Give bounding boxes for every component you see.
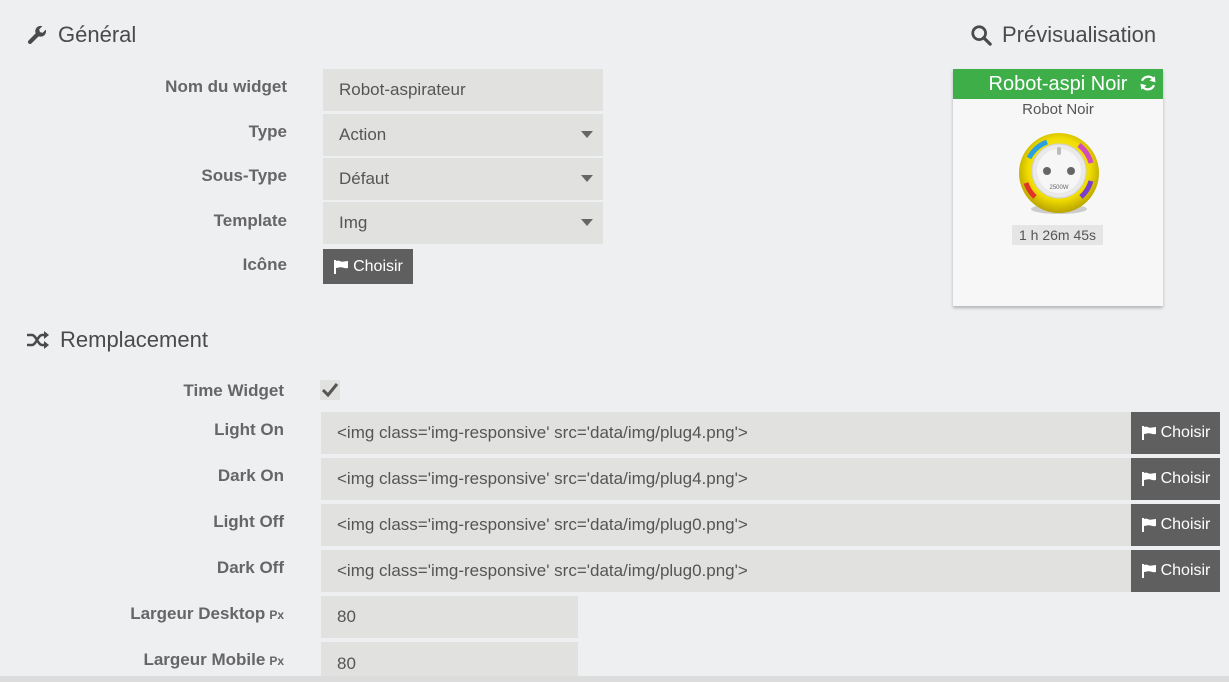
- mobile-width-label-text: Largeur Mobile: [143, 650, 266, 669]
- dark-off-choose-button[interactable]: Choisir: [1131, 550, 1220, 592]
- widget-name-label: Nom du widget: [165, 77, 287, 96]
- chevron-down-icon: [581, 131, 593, 138]
- icon-label: Icône: [242, 255, 287, 274]
- mobile-width-unit: Px: [269, 654, 284, 668]
- subtype-label: Sous-Type: [201, 166, 287, 185]
- general-title-text: Général: [58, 22, 137, 47]
- desktop-width-input[interactable]: 80: [321, 596, 578, 638]
- plug-power-text: 2500W: [1049, 185, 1068, 191]
- light-off-input[interactable]: <img class='img-responsive' src='data/im…: [321, 504, 1131, 546]
- subtype-select-value: Défaut: [339, 169, 390, 188]
- widget-preview-title: Robot-aspi Noir: [988, 72, 1128, 95]
- dark-on-choose-button[interactable]: Choisir: [1131, 458, 1220, 500]
- flag-icon: [1141, 563, 1157, 579]
- light-on-choose-button[interactable]: Choisir: [1131, 412, 1220, 454]
- desktop-width-label-text: Largeur Desktop: [130, 604, 266, 623]
- light-off-choose-label: Choisir: [1160, 516, 1211, 533]
- light-off-choose-button[interactable]: Choisir: [1131, 504, 1220, 546]
- type-select[interactable]: Action: [323, 114, 603, 156]
- light-on-input[interactable]: <img class='img-responsive' src='data/im…: [321, 412, 1131, 454]
- dark-off-value: <img class='img-responsive' src='data/im…: [337, 561, 748, 580]
- light-on-value: <img class='img-responsive' src='data/im…: [337, 423, 748, 442]
- template-select[interactable]: Img: [323, 202, 603, 244]
- template-select-value: Img: [339, 213, 368, 232]
- chevron-down-icon: [581, 175, 593, 182]
- light-on-choose-label: Choisir: [1160, 424, 1211, 441]
- flag-icon: [333, 259, 349, 275]
- dark-on-choose-label: Choisir: [1160, 470, 1211, 487]
- refresh-icon[interactable]: [1139, 74, 1157, 98]
- dark-on-input[interactable]: <img class='img-responsive' src='data/im…: [321, 458, 1131, 500]
- widget-preview-subtitle: Robot Noir: [1022, 101, 1094, 118]
- subtype-select[interactable]: Défaut: [323, 158, 603, 200]
- mobile-width-input[interactable]: 80: [321, 642, 578, 676]
- section-general-title: Général: [26, 22, 136, 48]
- mobile-width-value: 80: [337, 654, 356, 673]
- flag-icon: [1141, 425, 1157, 441]
- template-label: Template: [213, 211, 287, 230]
- horizontal-scrollbar[interactable]: [0, 676, 1229, 682]
- widget-name-input[interactable]: Robot-aspirateur: [323, 69, 603, 111]
- type-select-value: Action: [339, 125, 387, 144]
- time-widget-checkbox[interactable]: [320, 380, 340, 400]
- dark-off-choose-label: Choisir: [1160, 562, 1211, 579]
- desktop-width-label: Largeur Desktop Px: [130, 604, 284, 624]
- dark-on-label: Dark On: [217, 466, 284, 485]
- shuffle-icon: [26, 330, 50, 350]
- widget-preview: Robot-aspi Noir Robot Noir 2500W 1 h 26m…: [953, 69, 1163, 306]
- choose-icon-button-label: Choisir: [353, 257, 403, 275]
- check-icon: [320, 383, 340, 404]
- section-preview-title: Prévisualisation: [970, 22, 1156, 48]
- mobile-width-label: Largeur Mobile Px: [143, 650, 284, 670]
- widget-name-value: Robot-aspirateur: [339, 80, 466, 99]
- preview-title-text: Prévisualisation: [1002, 22, 1157, 47]
- time-widget-label: Time Widget: [183, 381, 284, 400]
- choose-icon-button[interactable]: Choisir: [323, 249, 413, 284]
- flag-icon: [1141, 471, 1157, 487]
- dark-off-label: Dark Off: [216, 558, 284, 577]
- plug-image: 2500W: [1017, 133, 1101, 222]
- desktop-width-value: 80: [337, 607, 356, 626]
- light-off-label: Light Off: [213, 512, 284, 531]
- type-label: Type: [248, 122, 287, 141]
- dark-off-input[interactable]: <img class='img-responsive' src='data/im…: [321, 550, 1131, 592]
- section-replacement-title: Remplacement: [26, 327, 208, 353]
- search-icon: [970, 24, 992, 46]
- chevron-down-icon: [581, 219, 593, 226]
- widget-preview-duration: 1 h 26m 45s: [1012, 225, 1103, 245]
- light-off-value: <img class='img-responsive' src='data/im…: [337, 515, 748, 534]
- desktop-width-unit: Px: [269, 608, 284, 622]
- wrench-icon: [26, 24, 48, 46]
- dark-on-value: <img class='img-responsive' src='data/im…: [337, 469, 748, 488]
- widget-preview-header: Robot-aspi Noir: [953, 69, 1163, 99]
- replacement-title-text: Remplacement: [60, 327, 208, 352]
- flag-icon: [1141, 517, 1157, 533]
- light-on-label: Light On: [214, 420, 284, 439]
